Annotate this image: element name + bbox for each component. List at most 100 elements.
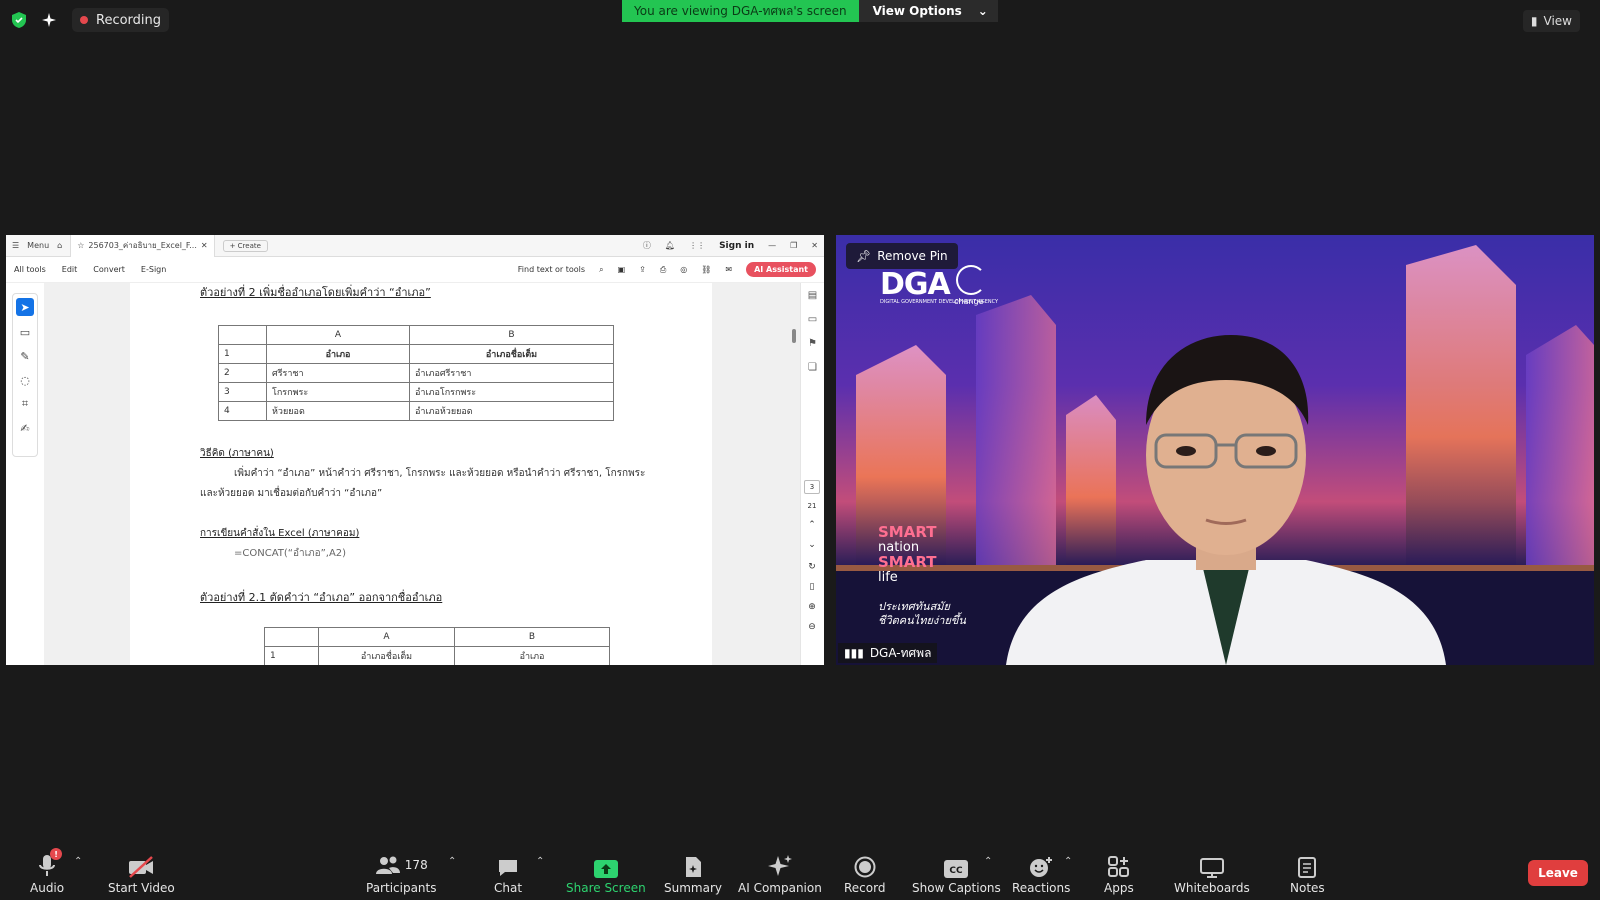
upload-icon[interactable]: ⇪: [639, 265, 646, 274]
participants-options-caret[interactable]: ⌃: [448, 856, 456, 867]
record-icon: [854, 856, 876, 878]
home-icon[interactable]: ⌂: [57, 241, 62, 250]
dga-logo: DGA: [880, 267, 951, 302]
meeting-top-bar: Recording You are viewing DGA-ทศพล's scr…: [0, 0, 1600, 40]
hamburger-menu-icon[interactable]: ☰: [12, 241, 19, 250]
security-shield-icon[interactable]: [8, 9, 30, 31]
save-icon[interactable]: ▣: [618, 265, 626, 274]
whiteboard-icon: [1199, 858, 1224, 878]
leave-button[interactable]: Leave: [1528, 860, 1588, 886]
bookmark-icon[interactable]: ⚑: [801, 331, 824, 355]
close-tab-icon[interactable]: ✕: [201, 241, 208, 250]
minimize-icon[interactable]: —: [768, 241, 776, 250]
reactions-smiley-icon: [1030, 857, 1053, 877]
apps-button[interactable]: Apps: [1104, 852, 1134, 895]
tool-esign[interactable]: E-Sign: [141, 265, 166, 274]
select-cursor-icon[interactable]: ➤: [16, 298, 34, 316]
vertical-scrollbar[interactable]: [792, 329, 796, 343]
ai-assistant-button[interactable]: AI Assistant: [746, 262, 816, 277]
edit-pdf-icon[interactable]: ▤: [801, 283, 824, 307]
document-tab[interactable]: ☆ 256703_ค่าอธิบาย_Excel_F... ✕: [70, 235, 215, 257]
view-options-button[interactable]: View Options ⌄: [858, 0, 998, 22]
chevron-up-icon[interactable]: ⌃: [804, 520, 820, 530]
share-screen-button[interactable]: Share Screen: [566, 852, 646, 895]
print-icon[interactable]: ⎙: [660, 265, 666, 275]
change-logo-icon: [956, 265, 986, 295]
whiteboards-button[interactable]: Whiteboards: [1174, 852, 1250, 895]
svg-text:CC: CC: [950, 866, 964, 876]
recording-indicator[interactable]: Recording: [72, 8, 170, 32]
video-tile[interactable]: 📌︎ Remove Pin DGA DIGITAL GOVERNMENT DEV…: [836, 235, 1594, 665]
comments-panel-icon[interactable]: ▭: [801, 307, 824, 331]
recording-dot-icon: [80, 16, 88, 24]
apps-grid-icon[interactable]: ⋮⋮: [689, 241, 705, 250]
tool-all-tools[interactable]: All tools: [14, 265, 46, 274]
ai-companion-button[interactable]: AI Companion: [738, 852, 822, 895]
audio-options-caret[interactable]: ⌃: [74, 856, 82, 867]
document-tab-title: 256703_ค่าอธิบาย_Excel_F...: [88, 241, 197, 250]
help-icon[interactable]: ⓘ: [643, 240, 651, 251]
shared-screen[interactable]: ☰ Menu ⌂ ☆ 256703_ค่าอธิบาย_Excel_F... ✕…: [6, 235, 824, 665]
excel-command-heading: การเขียนคำสั่งใน Excel (ภาษาคอม): [200, 528, 360, 539]
email-icon[interactable]: ✉: [725, 265, 732, 274]
create-button[interactable]: + Create: [222, 239, 268, 252]
remove-pin-button[interactable]: 📌︎ Remove Pin: [846, 243, 958, 269]
audio-button[interactable]: ! Audio: [30, 848, 64, 895]
reactions-options-caret[interactable]: ⌃: [1064, 856, 1072, 867]
view-layout-icon: ▮: [1530, 14, 1538, 28]
close-window-icon[interactable]: ✕: [811, 241, 818, 250]
star-icon[interactable]: ☆: [77, 241, 84, 250]
page-margin-right: [712, 283, 800, 665]
reactions-button[interactable]: Reactions: [1012, 852, 1070, 895]
page-view-icon[interactable]: ▯: [804, 582, 820, 592]
record-button[interactable]: Record: [844, 852, 885, 895]
formula-text: =CONCAT(“อำเภอ”,A2): [234, 548, 347, 559]
participant-name-label: ▮▮▮ DGA-ทศพล: [838, 643, 938, 663]
text-select-icon[interactable]: ⌗: [13, 392, 37, 416]
sign-in-button[interactable]: Sign in: [719, 241, 754, 251]
method-line-2: และห้วยยอด มาเชื่อมต่อกับคำว่า “อำเภอ”: [200, 488, 383, 499]
signal-bars-icon: ▮▮▮: [844, 646, 864, 660]
example-2-table: A B 1 อำเภอ อำเภอชื่อเต็ม 2 ศรีราชา อำเภ…: [218, 325, 614, 421]
tool-convert[interactable]: Convert: [93, 265, 125, 274]
video-off-icon: [129, 856, 154, 878]
participants-button[interactable]: 178 Participants: [366, 852, 437, 895]
notes-icon: [1298, 857, 1317, 878]
chevron-down-icon[interactable]: ⌄: [804, 540, 820, 550]
search-icon[interactable]: ⌕: [599, 265, 603, 275]
chat-button[interactable]: Chat: [494, 852, 522, 895]
pin-icon: 📌︎: [856, 249, 872, 263]
restore-icon[interactable]: ❐: [790, 241, 797, 250]
share-icon[interactable]: ◎: [680, 265, 687, 274]
notification-bell-icon[interactable]: 🔔︎: [665, 241, 675, 250]
pen-icon[interactable]: ✎: [13, 344, 37, 368]
chat-options-caret[interactable]: ⌃: [536, 856, 544, 867]
tool-edit[interactable]: Edit: [62, 265, 78, 274]
page-number[interactable]: 3 21 ⌃ ⌄ ↻ ▯ ⊕ ⊖: [804, 480, 820, 632]
find-text-field[interactable]: Find text or tools: [518, 265, 585, 274]
acrobat-menu-label[interactable]: Menu: [27, 241, 49, 250]
pdf-page[interactable]: ตัวอย่างที่ 2 เพิ่มชื่ออำเภอโดยเพิ่มคำว่…: [130, 283, 712, 665]
ai-sparkle-icon[interactable]: [38, 9, 60, 31]
example-2-1-heading: ตัวอย่างที่ 2.1 ตัดคำว่า “อำเภอ” ออกจากช…: [200, 591, 443, 604]
captions-cc-icon: CC: [944, 860, 969, 878]
thai-slogan: ประเทศทันสมัย ชีวิตคนไทยง่ายขึ้น: [878, 600, 966, 627]
summary-button[interactable]: Summary: [664, 852, 722, 895]
notes-button[interactable]: Notes: [1290, 852, 1325, 895]
start-video-button[interactable]: Start Video: [108, 852, 175, 895]
view-button[interactable]: ▮ View: [1522, 10, 1580, 32]
chat-bubble-icon: [499, 860, 518, 876]
rotate-icon[interactable]: ↻: [804, 562, 820, 572]
zoom-in-icon[interactable]: ⊕: [804, 602, 820, 612]
change-logo-label: change: [954, 297, 984, 306]
captions-options-caret[interactable]: ⌃: [984, 856, 992, 867]
link-icon[interactable]: ⛓︎: [701, 265, 711, 274]
chevron-down-icon: ⌄: [977, 4, 988, 18]
pages-icon[interactable]: ❏: [801, 355, 824, 379]
zoom-out-icon[interactable]: ⊖: [804, 622, 820, 632]
comment-icon[interactable]: ▭: [13, 320, 37, 344]
recording-label: Recording: [96, 12, 162, 28]
viewing-banner: You are viewing DGA-ทศพล's screen View O…: [622, 0, 998, 22]
sign-icon[interactable]: ✍: [13, 416, 37, 440]
lasso-icon[interactable]: ◌: [13, 368, 37, 392]
